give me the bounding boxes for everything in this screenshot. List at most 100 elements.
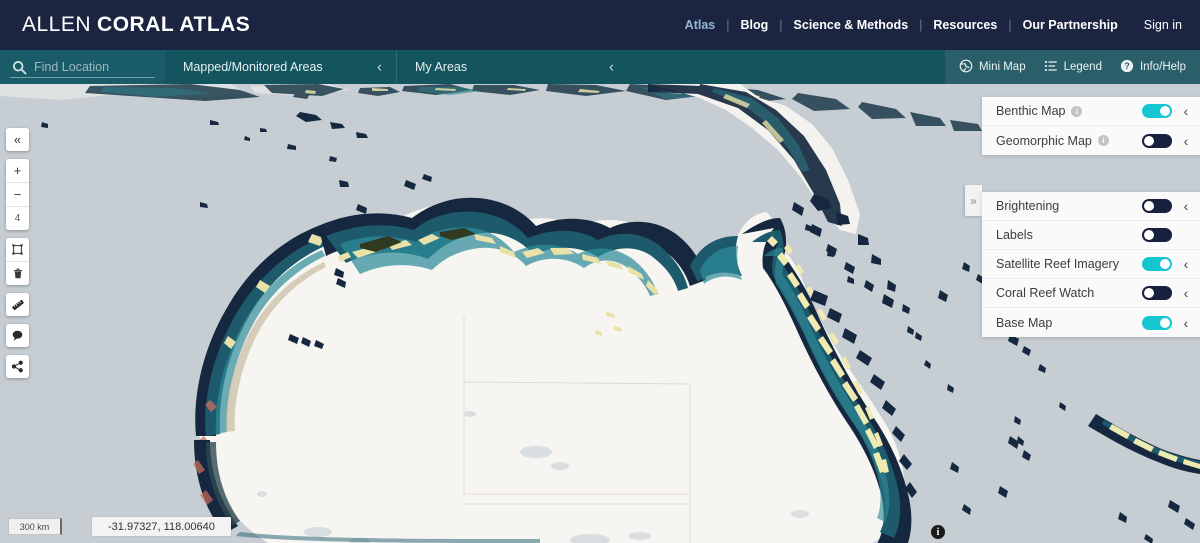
- layer-toggle-base-map[interactable]: [1142, 315, 1172, 330]
- chevron-left-icon[interactable]: ‹: [377, 59, 382, 76]
- toggle-knob: [1144, 288, 1154, 298]
- layer-row-brightening[interactable]: Brightening ‹: [982, 192, 1200, 221]
- search-input[interactable]: [34, 60, 144, 74]
- crop-frame-icon: [11, 243, 24, 256]
- cursor-coordinates: -31.97327, 118.00640: [92, 517, 231, 536]
- chevron-left-icon[interactable]: ‹: [1178, 256, 1194, 272]
- info-icon[interactable]: i: [1097, 135, 1109, 146]
- layer-label-benthic-map: Benthic Map: [996, 104, 1066, 118]
- layer-toggle-geomorphic-map[interactable]: [1142, 133, 1172, 148]
- brand-logo[interactable]: ALLEN CORAL ATLAS: [22, 13, 250, 37]
- layer-group-display: Brightening ‹ Labels Satellite Reef Imag…: [982, 192, 1200, 337]
- rail-group-comment: [6, 324, 29, 347]
- layer-label-brightening: Brightening: [996, 199, 1060, 213]
- layer-row-labels[interactable]: Labels: [982, 221, 1200, 250]
- chevron-left-icon[interactable]: ‹: [1178, 133, 1194, 149]
- chevron-left-icon[interactable]: ‹: [609, 59, 614, 76]
- layer-toggle-labels[interactable]: [1142, 228, 1172, 242]
- nav-link-resources[interactable]: Resources: [933, 18, 997, 32]
- layer-label-satellite-reef-imagery: Satellite Reef Imagery: [996, 257, 1119, 271]
- chevron-left-icon[interactable]: ‹: [1178, 198, 1194, 214]
- layer-row-coral-reef-watch[interactable]: Coral Reef Watch ‹: [982, 279, 1200, 308]
- info-help-label: Info/Help: [1139, 61, 1186, 73]
- my-areas-panel[interactable]: My Areas ‹: [397, 50, 628, 84]
- svg-text:?: ?: [1124, 61, 1129, 71]
- share-nodes-icon: [11, 360, 24, 373]
- layer-toggle-coral-reef-watch[interactable]: [1142, 286, 1172, 300]
- chevron-left-icon[interactable]: ‹: [1178, 285, 1194, 301]
- brand-coral-atlas: CORAL ATLAS: [97, 13, 251, 36]
- map-scale-bar: 300 km: [8, 518, 62, 535]
- main-navigation: Atlas | Blog | Science & Methods | Resou…: [685, 18, 1182, 32]
- nav-link-science-methods[interactable]: Science & Methods: [794, 18, 909, 32]
- nav-separator: |: [726, 18, 730, 32]
- layers-panel-gap: [982, 155, 1200, 192]
- nav-separator: |: [779, 18, 783, 32]
- my-areas-label: My Areas: [415, 60, 468, 74]
- layer-group-maps: Benthic Map i ‹ Geomorphic Map i ‹: [982, 97, 1200, 155]
- legend-button[interactable]: Legend: [1044, 59, 1102, 76]
- toggle-knob: [1144, 135, 1154, 146]
- layer-row-benthic-map[interactable]: Benthic Map i ‹: [982, 97, 1200, 126]
- chevron-left-icon[interactable]: ‹: [1178, 315, 1194, 331]
- trash-icon: [12, 267, 24, 280]
- nav-separator: |: [919, 18, 923, 32]
- map-toolbar: Mapped/Monitored Areas ‹ My Areas ‹ Mini…: [0, 50, 1200, 84]
- nav-link-our-partnership[interactable]: Our Partnership: [1023, 18, 1118, 32]
- layer-label-coral-reef-watch: Coral Reef Watch: [996, 286, 1095, 300]
- mapped-monitored-areas-label: Mapped/Monitored Areas: [183, 60, 323, 74]
- rail-group-measure: [6, 293, 29, 316]
- expand-panel-tab[interactable]: »: [965, 185, 982, 216]
- layer-toggle-satellite-reef-imagery[interactable]: [1142, 257, 1172, 271]
- rail-group-collapse: «: [6, 128, 29, 151]
- mini-map-button[interactable]: Mini Map: [959, 59, 1026, 76]
- layers-panel: Benthic Map i ‹ Geomorphic Map i ‹ Brigh…: [982, 97, 1200, 337]
- toolbar-actions: Mini Map Legend ? Info/Help: [944, 50, 1200, 84]
- layer-toggle-benthic-map[interactable]: [1142, 104, 1172, 118]
- search-icon: [12, 60, 27, 75]
- toggle-knob: [1160, 317, 1170, 328]
- search-container[interactable]: [0, 50, 165, 84]
- coral-atlas-app: ALLEN CORAL ATLAS Atlas | Blog | Science …: [0, 0, 1200, 543]
- nav-separator: |: [1008, 18, 1012, 32]
- delete-selection-button[interactable]: [6, 262, 29, 285]
- zoom-out-button[interactable]: −: [6, 183, 29, 207]
- legend-list-icon: [1044, 59, 1064, 76]
- comment-button[interactable]: [6, 324, 29, 347]
- search-underline: [10, 77, 155, 78]
- layer-row-base-map[interactable]: Base Map ‹: [982, 308, 1200, 337]
- nav-link-blog[interactable]: Blog: [741, 18, 769, 32]
- toggle-knob: [1160, 106, 1170, 116]
- toggle-knob: [1160, 259, 1170, 269]
- sign-in-link[interactable]: Sign in: [1144, 18, 1182, 32]
- chevron-left-icon[interactable]: ‹: [1178, 103, 1194, 119]
- info-icon[interactable]: i: [1071, 105, 1083, 117]
- nav-link-atlas[interactable]: Atlas: [685, 18, 716, 32]
- layer-label-labels: Labels: [996, 228, 1033, 242]
- collapse-sidebar-button[interactable]: «: [6, 128, 29, 151]
- layer-label-base-map: Base Map: [996, 315, 1053, 330]
- mini-map-label: Mini Map: [978, 61, 1026, 73]
- select-area-button[interactable]: [6, 238, 29, 262]
- comment-bubble-icon: [11, 329, 24, 342]
- layer-toggle-brightening[interactable]: [1142, 199, 1172, 213]
- map-tool-rail: « + − 4: [6, 128, 29, 386]
- layer-row-satellite-reef-imagery[interactable]: Satellite Reef Imagery ‹: [982, 250, 1200, 279]
- zoom-level-indicator: 4: [6, 207, 29, 230]
- info-help-button[interactable]: ? Info/Help: [1120, 59, 1186, 76]
- toggle-knob: [1144, 201, 1154, 211]
- rail-group-selection: [6, 238, 29, 285]
- brand-allen: ALLEN: [22, 13, 92, 36]
- globe-icon: [959, 59, 979, 76]
- zoom-in-button[interactable]: +: [6, 159, 29, 183]
- info-icon[interactable]: i: [931, 525, 945, 539]
- layer-label-geomorphic-map: Geomorphic Map: [996, 133, 1092, 148]
- share-button[interactable]: [6, 355, 29, 378]
- question-circle-icon: ?: [1120, 59, 1140, 76]
- ruler-icon: [11, 298, 25, 312]
- measure-button[interactable]: [6, 293, 29, 316]
- rail-group-share: [6, 355, 29, 378]
- layer-row-geomorphic-map[interactable]: Geomorphic Map i ‹: [982, 126, 1200, 155]
- toggle-knob: [1144, 230, 1154, 240]
- mapped-monitored-areas-panel[interactable]: Mapped/Monitored Areas ‹: [165, 50, 396, 84]
